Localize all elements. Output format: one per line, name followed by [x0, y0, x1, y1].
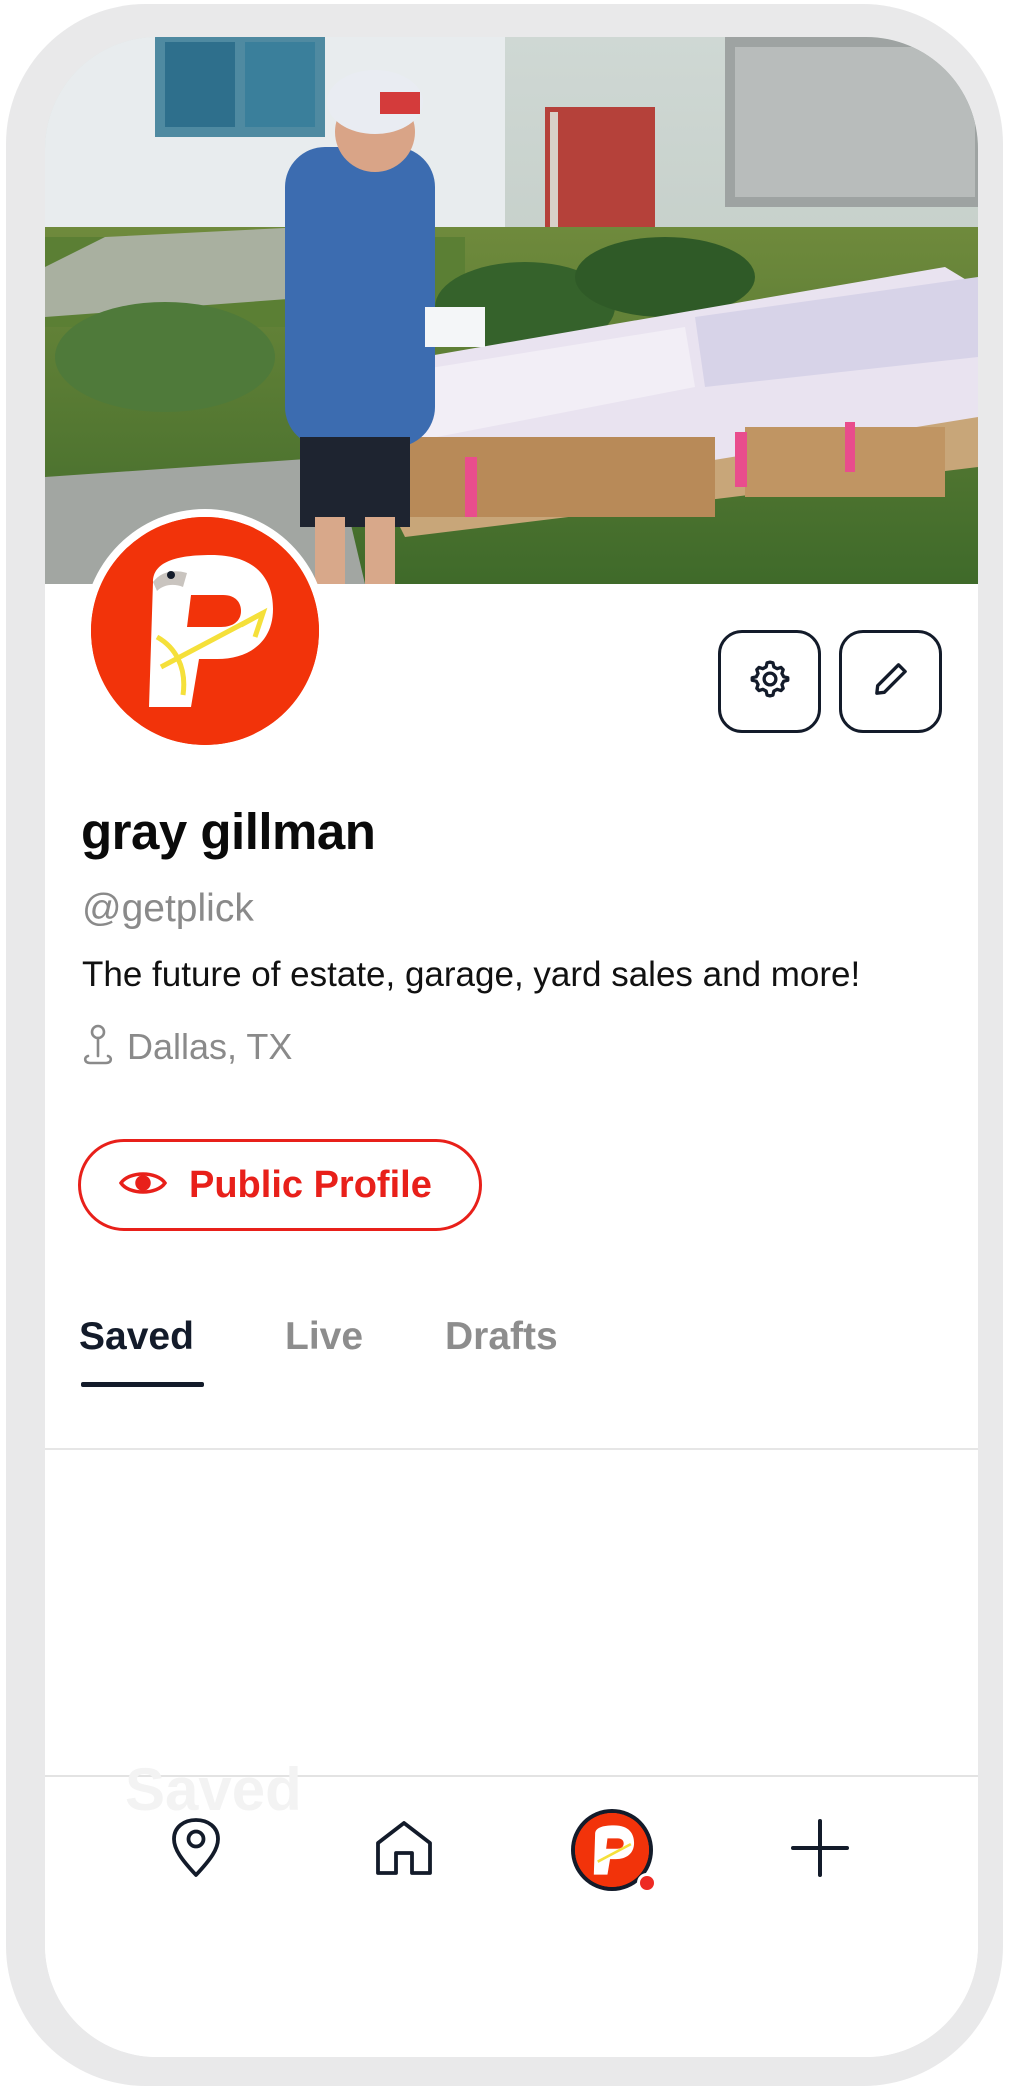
pencil-icon: [871, 659, 911, 704]
profile-name: gray gillman: [81, 803, 376, 860]
phone-screen: gray gillman @getplick The future of est…: [45, 37, 978, 2057]
eye-icon: [118, 1167, 168, 1204]
bottom-nav: Saved: [45, 1756, 978, 2057]
nav-map-button[interactable]: [151, 1805, 241, 1895]
nav-profile-button[interactable]: [567, 1805, 657, 1895]
saved-content-area: [45, 1450, 978, 1760]
settings-button[interactable]: [718, 630, 821, 733]
tab-saved[interactable]: Saved: [79, 1315, 194, 1359]
profile-location: Dallas, TX: [81, 1022, 292, 1072]
gear-icon: [748, 657, 792, 706]
phone-frame: gray gillman @getplick The future of est…: [6, 4, 1003, 2086]
profile-bio: The future of estate, garage, yard sales…: [82, 955, 861, 994]
plus-icon: [790, 1818, 850, 1883]
public-profile-label: Public Profile: [189, 1163, 432, 1206]
nav-add-button[interactable]: [775, 1805, 865, 1895]
nav-home-button[interactable]: [359, 1805, 449, 1895]
profile-avatar-icon: [571, 1809, 657, 1893]
map-pin-icon: [169, 1817, 223, 1884]
notification-dot: [637, 1873, 657, 1893]
home-icon: [374, 1819, 434, 1882]
profile-avatar: [83, 509, 327, 753]
location-text: Dallas, TX: [127, 1026, 293, 1067]
public-profile-button[interactable]: Public Profile: [78, 1139, 482, 1231]
tab-drafts[interactable]: Drafts: [445, 1315, 558, 1359]
tab-live[interactable]: Live: [285, 1315, 363, 1359]
map-pin-icon: [81, 1023, 115, 1072]
active-tab-indicator: [81, 1382, 204, 1387]
plick-logo-icon: [91, 517, 319, 745]
profile-handle: @getplick: [82, 887, 254, 930]
cover-photo: [45, 37, 978, 584]
edit-profile-button[interactable]: [839, 630, 942, 733]
